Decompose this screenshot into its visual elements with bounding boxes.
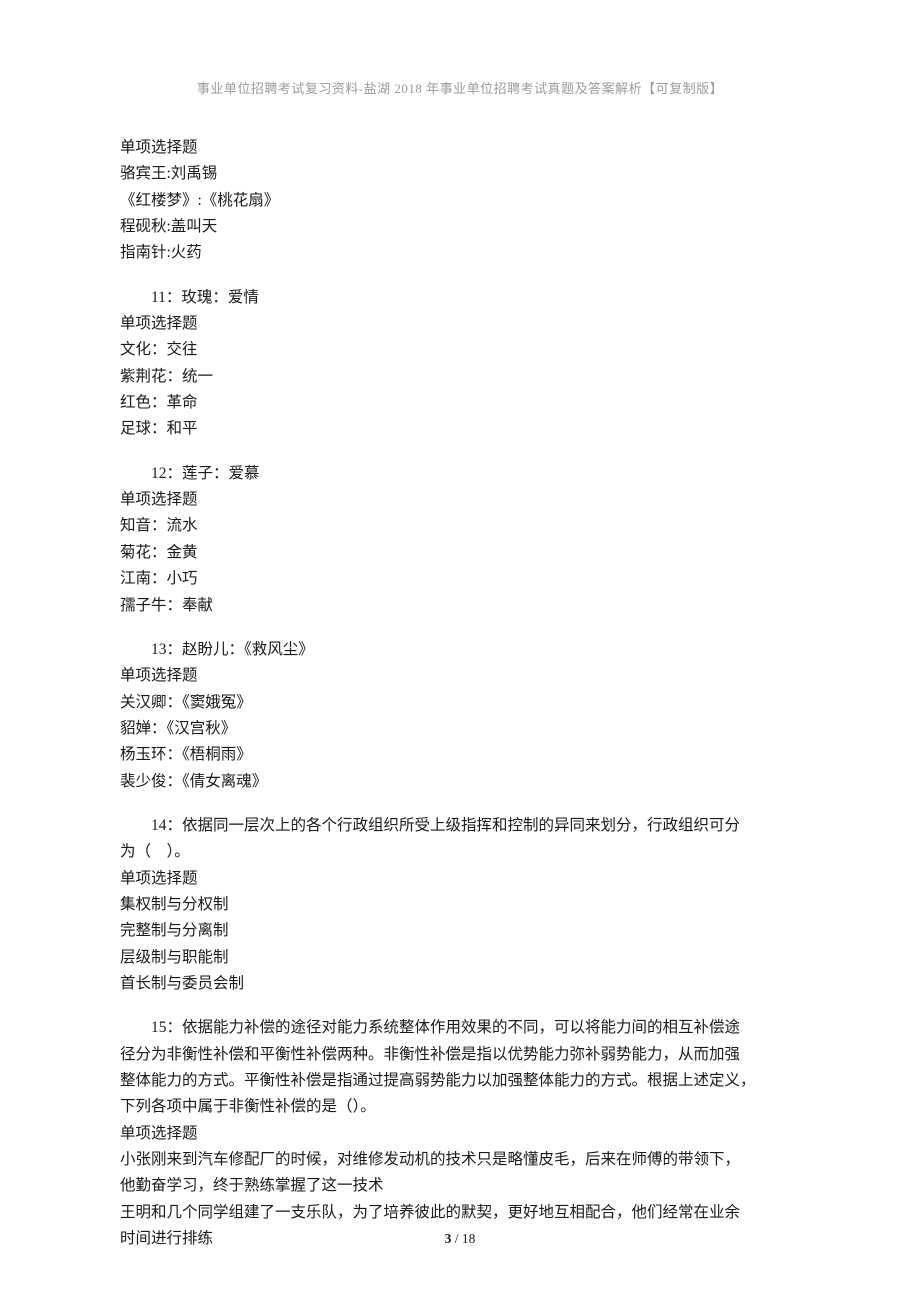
text-line: 径分为非衡性补偿和平衡性补偿两种。非衡性补偿是指以优势能力弥补弱势能力，从而加强 bbox=[120, 1042, 800, 1068]
document-page: 事业单位招聘考试复习资料-盐湖 2018 年事业单位招聘考试真题及答案解析【可复… bbox=[0, 0, 920, 1302]
question-block: 单项选择题骆宾王:刘禹锡《红楼梦》:《桃花扇》程砚秋:盖叫天指南针:火药 bbox=[120, 135, 800, 267]
text-line: 程砚秋:盖叫天 bbox=[120, 214, 800, 240]
text-line: 裴少俊：《倩女离魂》 bbox=[120, 769, 800, 795]
text-line: 单项选择题 bbox=[120, 1121, 800, 1147]
text-line: 14：依据同一层次上的各个行政组织所受上级指挥和控制的异同来划分，行政组织可分 bbox=[120, 813, 800, 839]
question-block: 12：莲子：爱慕单项选择题知音：流水菊花：金黄江南：小巧孺子牛：奉献 bbox=[120, 461, 800, 619]
text-line: 指南针:火药 bbox=[120, 240, 800, 266]
text-line: 他勤奋学习，终于熟练掌握了这一技术 bbox=[120, 1173, 800, 1199]
text-line: 红色：革命 bbox=[120, 390, 800, 416]
text-line: 貂婵：《汉宫秋》 bbox=[120, 716, 800, 742]
text-line: 文化：交往 bbox=[120, 337, 800, 363]
text-line: 12：莲子：爱慕 bbox=[120, 461, 800, 487]
text-line: 江南：小巧 bbox=[120, 566, 800, 592]
question-block: 14：依据同一层次上的各个行政组织所受上级指挥和控制的异同来划分，行政组织可分为… bbox=[120, 813, 800, 997]
text-line: 单项选择题 bbox=[120, 311, 800, 337]
question-block: 13：赵盼儿：《救风尘》单项选择题关汉卿：《窦娥冤》貂婵：《汉宫秋》杨玉环：《梧… bbox=[120, 637, 800, 795]
page-footer: 3 / 18 bbox=[0, 1231, 920, 1247]
question-block: 11：玫瑰：爱情单项选择题文化：交往紫荆花：统一红色：革命足球：和平 bbox=[120, 285, 800, 443]
question-block: 15：依据能力补偿的途径对能力系统整体作用效果的不同，可以将能力间的相互补偿途径… bbox=[120, 1015, 800, 1252]
text-line: 足球：和平 bbox=[120, 416, 800, 442]
text-line: 单项选择题 bbox=[120, 487, 800, 513]
text-line: 15：依据能力补偿的途径对能力系统整体作用效果的不同，可以将能力间的相互补偿途 bbox=[120, 1015, 800, 1041]
text-line: 单项选择题 bbox=[120, 866, 800, 892]
text-line: 菊花：金黄 bbox=[120, 540, 800, 566]
text-line: 首长制与委员会制 bbox=[120, 971, 800, 997]
text-line: 杨玉环：《梧桐雨》 bbox=[120, 742, 800, 768]
text-line: 小张刚来到汽车修配厂的时候，对维修发动机的技术只是略懂皮毛，后来在师傅的带领下， bbox=[120, 1147, 800, 1173]
text-line: 11：玫瑰：爱情 bbox=[120, 285, 800, 311]
text-line: 关汉卿：《窦娥冤》 bbox=[120, 690, 800, 716]
text-line: 层级制与职能制 bbox=[120, 945, 800, 971]
text-line: 孺子牛：奉献 bbox=[120, 593, 800, 619]
text-line: 下列各项中属于非衡性补偿的是（）。 bbox=[120, 1094, 800, 1120]
text-line: 知音：流水 bbox=[120, 513, 800, 539]
text-line: 单项选择题 bbox=[120, 663, 800, 689]
text-line: 为（ ）。 bbox=[120, 839, 800, 865]
document-body: 单项选择题骆宾王:刘禹锡《红楼梦》:《桃花扇》程砚秋:盖叫天指南针:火药11：玫… bbox=[120, 135, 800, 1252]
text-line: 骆宾王:刘禹锡 bbox=[120, 161, 800, 187]
text-line: 整体能力的方式。平衡性补偿是指通过提高弱势能力以加强整体能力的方式。根据上述定义… bbox=[120, 1068, 800, 1094]
page-number-sep: / bbox=[451, 1231, 462, 1246]
text-line: 集权制与分权制 bbox=[120, 892, 800, 918]
text-line: 《红楼梦》:《桃花扇》 bbox=[120, 188, 800, 214]
page-header: 事业单位招聘考试复习资料-盐湖 2018 年事业单位招聘考试真题及答案解析【可复… bbox=[120, 78, 800, 97]
text-line: 单项选择题 bbox=[120, 135, 800, 161]
text-line: 紫荆花：统一 bbox=[120, 364, 800, 390]
text-line: 王明和几个同学组建了一支乐队，为了培养彼此的默契，更好地互相配合，他们经常在业余 bbox=[120, 1200, 800, 1226]
text-line: 完整制与分离制 bbox=[120, 918, 800, 944]
page-number-total: 18 bbox=[462, 1231, 476, 1246]
text-line: 13：赵盼儿：《救风尘》 bbox=[120, 637, 800, 663]
